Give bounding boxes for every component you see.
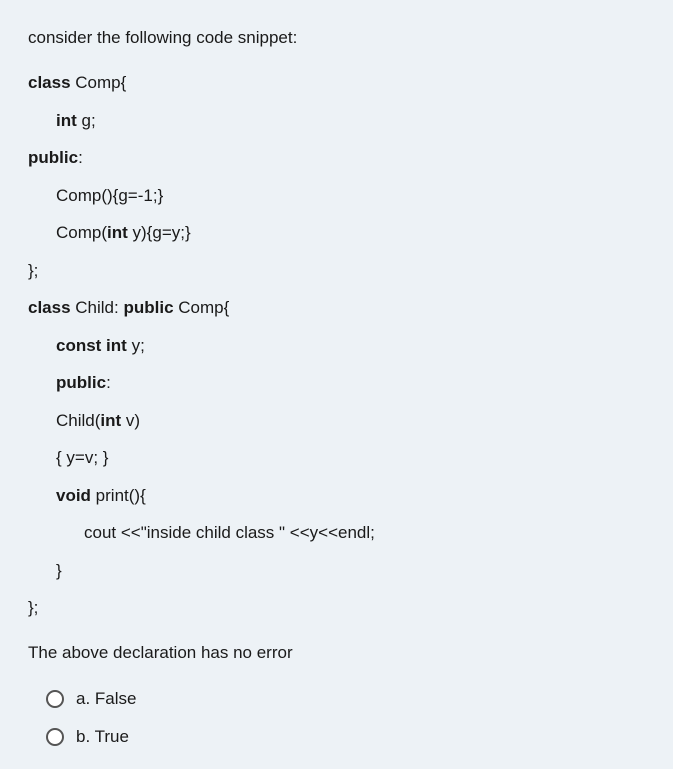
code-line: class Child: public Comp{ — [28, 295, 645, 321]
keyword: class — [28, 298, 71, 317]
keyword: int — [56, 111, 77, 130]
option-a[interactable]: a. False — [46, 689, 645, 709]
code-text: } — [56, 561, 62, 580]
keyword: class — [28, 73, 71, 92]
keyword: public — [123, 298, 173, 317]
answer-options: a. False b. True — [28, 689, 645, 747]
code-snippet: class Comp{ int g; public: Comp(){g=-1;}… — [28, 70, 645, 621]
code-text: Comp{ — [174, 298, 230, 317]
keyword: public — [28, 148, 78, 167]
option-label: a. False — [76, 689, 136, 709]
code-line: } — [28, 558, 645, 584]
code-text: : — [78, 148, 83, 167]
code-text: Child( — [56, 411, 100, 430]
code-line: public: — [28, 370, 645, 396]
code-text: print(){ — [91, 486, 146, 505]
code-line: class Comp{ — [28, 70, 645, 96]
code-line: const int y; — [28, 333, 645, 359]
keyword: int — [107, 223, 128, 242]
code-text: : — [106, 373, 111, 392]
code-text: g; — [77, 111, 96, 130]
code-line: }; — [28, 595, 645, 621]
option-label: b. True — [76, 727, 129, 747]
question-intro: consider the following code snippet: — [28, 28, 645, 48]
option-b[interactable]: b. True — [46, 727, 645, 747]
code-line: int g; — [28, 108, 645, 134]
code-text: { y=v; } — [56, 448, 108, 467]
code-text: y){g=y;} — [128, 223, 191, 242]
code-text: cout <<"inside child class " <<y<<endl; — [84, 523, 375, 542]
keyword: int — [100, 411, 121, 430]
code-text: y; — [127, 336, 145, 355]
code-text: Comp(){g=-1;} — [56, 186, 163, 205]
code-text: }; — [28, 261, 38, 280]
code-line: Child(int v) — [28, 408, 645, 434]
keyword: void — [56, 486, 91, 505]
question-conclusion: The above declaration has no error — [28, 643, 645, 663]
radio-icon[interactable] — [46, 690, 64, 708]
code-text: Child: — [71, 298, 124, 317]
code-line: Comp(int y){g=y;} — [28, 220, 645, 246]
code-text: Comp( — [56, 223, 107, 242]
code-line: void print(){ — [28, 483, 645, 509]
radio-icon[interactable] — [46, 728, 64, 746]
keyword: public — [56, 373, 106, 392]
code-text: }; — [28, 598, 38, 617]
code-line: cout <<"inside child class " <<y<<endl; — [28, 520, 645, 546]
code-line: }; — [28, 258, 645, 284]
code-line: public: — [28, 145, 645, 171]
code-text: v) — [121, 411, 140, 430]
code-text: Comp{ — [71, 73, 127, 92]
keyword: const int — [56, 336, 127, 355]
code-line: { y=v; } — [28, 445, 645, 471]
code-line: Comp(){g=-1;} — [28, 183, 645, 209]
